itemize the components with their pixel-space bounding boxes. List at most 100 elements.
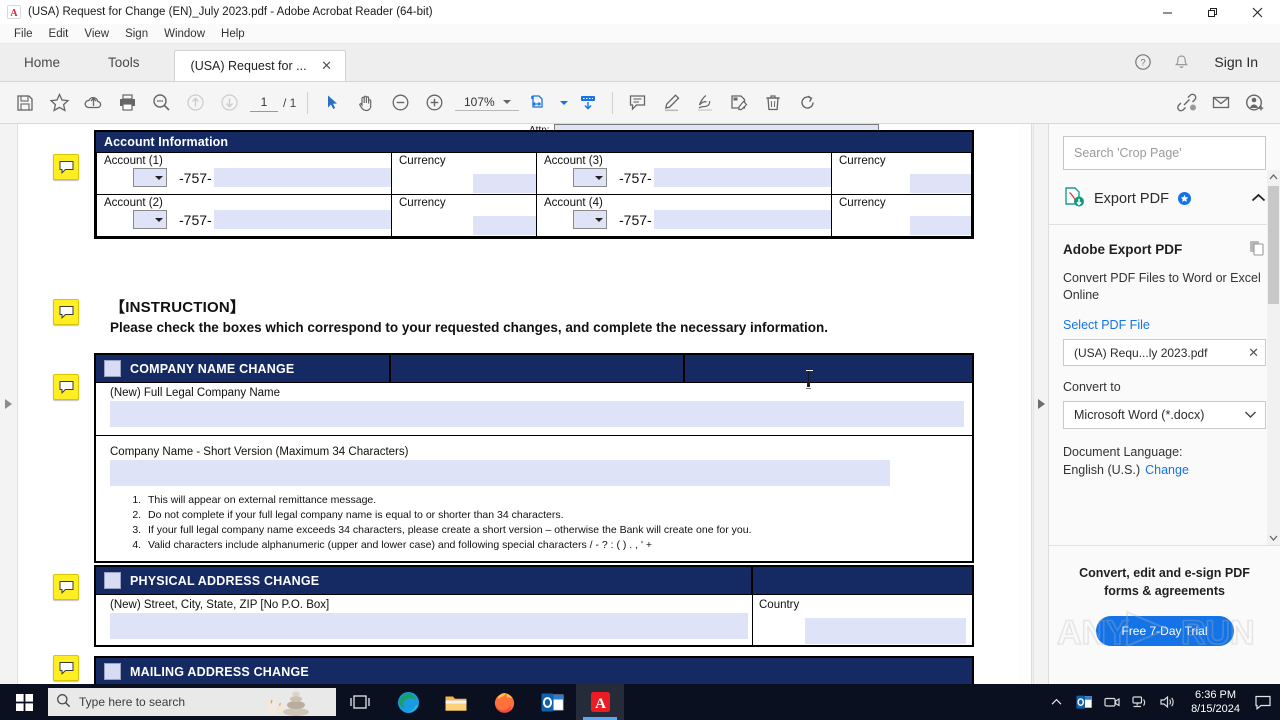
account-cell-1[interactable]: Account (1) -757-	[96, 152, 392, 195]
remove-file-icon[interactable]: ✕	[1248, 345, 1259, 361]
zoom-tool-icon[interactable]	[144, 86, 178, 120]
company-name-change-checkbox[interactable]	[104, 360, 121, 377]
chevron-up-icon[interactable]	[1251, 192, 1266, 206]
action-center-icon[interactable]	[1250, 684, 1276, 720]
menu-edit[interactable]: Edit	[41, 26, 77, 42]
currency-input[interactable]	[472, 174, 536, 193]
convert-to-select[interactable]: Microsoft Word (*.docx)	[1063, 401, 1266, 429]
street-input[interactable]	[110, 613, 748, 639]
full-legal-name-input[interactable]	[110, 401, 964, 427]
document-tab[interactable]: (USA) Request for ... ✕	[173, 50, 346, 81]
add-to-favorites-icon[interactable]	[42, 86, 76, 120]
copy-files-icon[interactable]	[1248, 239, 1266, 260]
collapse-right-pane-button[interactable]	[1033, 124, 1048, 684]
panel-scroll-down-button[interactable]	[1267, 531, 1280, 545]
rotate-page-icon[interactable]	[790, 86, 824, 120]
currency-cell-2[interactable]: Currency	[391, 194, 537, 237]
mailing-address-change-checkbox[interactable]	[104, 663, 121, 680]
clock[interactable]: 6:36 PM 8/15/2024	[1183, 688, 1248, 716]
menu-file[interactable]: File	[6, 26, 41, 42]
network-icon[interactable]	[1127, 684, 1153, 720]
restore-button[interactable]	[1190, 0, 1235, 24]
currency-input[interactable]	[909, 216, 971, 235]
currency-input[interactable]	[909, 174, 971, 193]
save-icon[interactable]	[8, 86, 42, 120]
minimize-button[interactable]	[1145, 0, 1190, 24]
notification-bell-icon[interactable]	[1164, 43, 1198, 81]
show-hidden-icons-icon[interactable]	[1043, 684, 1069, 720]
share-link-icon[interactable]	[1170, 86, 1204, 120]
firefox-icon[interactable]	[480, 684, 528, 720]
volume-icon[interactable]	[1155, 684, 1181, 720]
search-input[interactable]: Type here to search	[48, 688, 336, 716]
change-language-link[interactable]: Change	[1145, 463, 1189, 477]
export-pdf-tool-header[interactable]: Export PDF	[1049, 186, 1280, 225]
previous-page-icon[interactable]	[178, 86, 212, 120]
sign-in-button[interactable]: Sign In	[1202, 54, 1270, 70]
sticky-note-comment-icon[interactable]	[53, 655, 79, 681]
adobe-acrobat-icon[interactable]: A	[576, 684, 624, 720]
tab-tools[interactable]: Tools	[84, 43, 164, 81]
menu-help[interactable]: Help	[213, 26, 253, 42]
panel-scrollbar-thumb[interactable]	[1268, 186, 1279, 304]
currency-cell-3[interactable]: Currency	[831, 152, 972, 195]
zoom-out-icon[interactable]	[383, 86, 417, 120]
fit-page-icon[interactable]	[523, 86, 557, 120]
account-type-dropdown[interactable]	[573, 210, 607, 229]
physical-address-change-checkbox[interactable]	[104, 572, 121, 589]
highlight-text-icon[interactable]	[654, 86, 688, 120]
expand-navigation-pane-icon[interactable]	[5, 399, 12, 409]
account-cell-3[interactable]: Account (3) -757-	[536, 152, 832, 195]
panel-scroll-up-button[interactable]	[1267, 170, 1280, 184]
select-pdf-file-link[interactable]: Select PDF File	[1063, 318, 1266, 332]
delete-icon[interactable]	[756, 86, 790, 120]
search-tools-input[interactable]: Search 'Crop Page'	[1063, 136, 1266, 170]
page-number-input[interactable]	[250, 93, 278, 112]
menu-window[interactable]: Window	[156, 26, 213, 42]
currency-cell-4[interactable]: Currency	[831, 194, 972, 237]
pdf-page[interactable]: Attn: Account Information Account (1)	[19, 124, 1019, 684]
sticky-note-comment-icon[interactable]	[53, 299, 79, 325]
share-with-people-icon[interactable]	[1238, 86, 1272, 120]
account-type-dropdown[interactable]	[133, 168, 167, 187]
outlook-icon[interactable]	[528, 684, 576, 720]
account-type-dropdown[interactable]	[573, 168, 607, 187]
sign-document-icon[interactable]	[688, 86, 722, 120]
country-input[interactable]	[805, 618, 966, 644]
select-cursor-icon[interactable]	[315, 86, 349, 120]
close-button[interactable]	[1235, 0, 1280, 24]
account-number-input[interactable]	[653, 168, 831, 187]
short-name-input[interactable]	[110, 460, 890, 486]
panel-scrollbar[interactable]	[1267, 170, 1280, 545]
hand-tool-icon[interactable]	[349, 86, 383, 120]
chevron-down-icon[interactable]	[503, 99, 512, 104]
menu-sign[interactable]: Sign	[117, 26, 156, 42]
windows-start-icon[interactable]	[0, 684, 48, 720]
account-type-dropdown[interactable]	[133, 210, 167, 229]
sticky-note-comment-icon[interactable]	[53, 574, 79, 600]
page-display-icon[interactable]	[571, 86, 605, 120]
account-number-input[interactable]	[653, 210, 831, 229]
outlook-tray-icon[interactable]	[1071, 684, 1097, 720]
currency-input[interactable]	[472, 216, 536, 235]
print-icon[interactable]	[110, 86, 144, 120]
file-explorer-icon[interactable]	[432, 684, 480, 720]
zoom-level-selector[interactable]: 107%	[455, 95, 520, 111]
next-page-icon[interactable]	[212, 86, 246, 120]
account-number-input[interactable]	[213, 168, 391, 187]
fit-page-dropdown-icon[interactable]	[557, 86, 571, 120]
upload-to-cloud-icon[interactable]	[76, 86, 110, 120]
account-cell-4[interactable]: Account (4) -757-	[536, 194, 832, 237]
left-navigation-rail[interactable]	[0, 124, 18, 684]
camera-tray-icon[interactable]	[1099, 684, 1125, 720]
account-cell-2[interactable]: Account (2) -757-	[96, 194, 392, 237]
sticky-note-comment-icon[interactable]	[53, 154, 79, 180]
email-icon[interactable]	[1204, 86, 1238, 120]
task-view-icon[interactable]	[336, 684, 384, 720]
account-number-input[interactable]	[213, 210, 391, 229]
help-icon[interactable]: ?	[1126, 43, 1160, 81]
currency-cell-1[interactable]: Currency	[391, 152, 537, 195]
menu-view[interactable]: View	[76, 26, 117, 42]
add-comment-icon[interactable]	[620, 86, 654, 120]
zoom-in-icon[interactable]	[417, 86, 451, 120]
